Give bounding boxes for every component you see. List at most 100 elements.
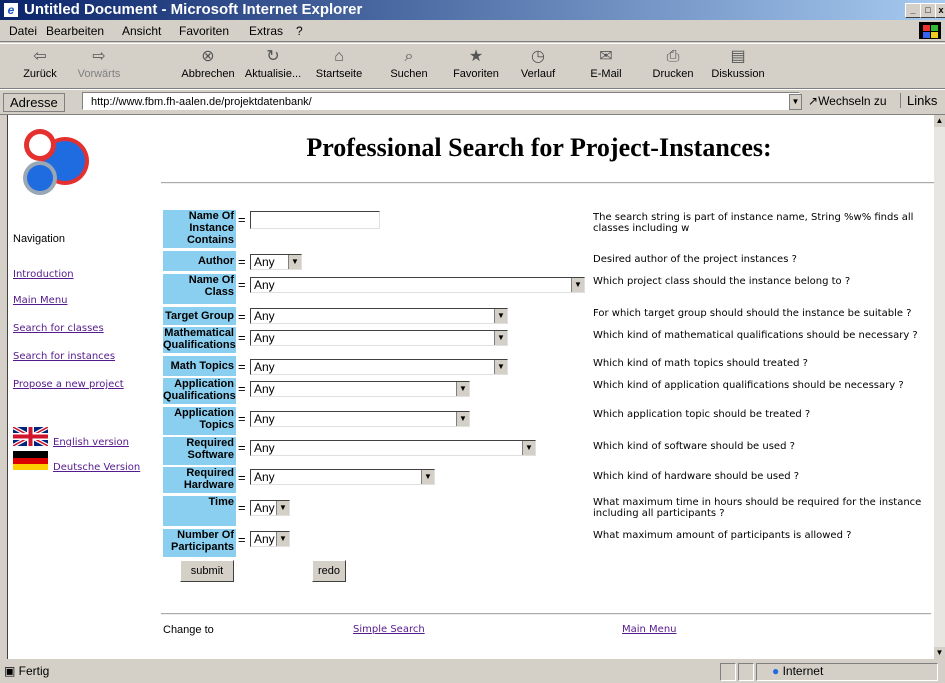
simple-search-link[interactable]: Simple Search [353,624,425,635]
nav-heading: Navigation [13,233,65,245]
maximize-button[interactable]: □ [920,3,936,18]
nav-link-search-instances[interactable]: Search for instances [13,351,115,362]
time-select[interactable]: Any ▼ [250,500,290,516]
app-topics-select[interactable]: Any ▼ [250,411,470,427]
field-label-app-topics: Application Topics [163,407,236,435]
menu-bar: Datei Bearbeiten Ansicht Favoriten Extra… [0,21,945,42]
menu-help[interactable]: ? [296,24,303,38]
address-bar: Adresse http://www.fbm.fh-aalen.de/proje… [0,89,945,115]
equals-sign: = [238,359,246,374]
chevron-down-icon: ▼ [276,501,289,515]
field-label-instance-name: Name Of Instance Contains [163,210,236,248]
refresh-icon: ↻ [266,48,280,65]
title-divider [161,182,934,184]
discussion-icon: ▤ [730,48,746,65]
gears-logo [18,123,92,199]
field-desc-instance-name: The search string is part of instance na… [593,212,914,234]
equals-sign: = [238,277,246,292]
mail-button[interactable]: ✉ E-Mail [584,44,628,88]
scroll-down-icon[interactable]: ▼ [934,647,945,659]
forward-button[interactable]: ⇨ Vorwärts [76,44,122,88]
go-button[interactable]: ↗Wechseln zu [808,94,887,108]
field-label-participants: Number Of Participants [163,529,236,557]
equals-sign: = [238,254,246,269]
status-bar: ▣ Fertig ● Internet [0,660,945,683]
software-select[interactable]: Any ▼ [250,440,536,456]
field-label-author: Author [163,251,236,271]
chevron-down-icon: ▼ [288,255,301,269]
app-qualifications-select[interactable]: Any ▼ [250,381,470,397]
english-version-link[interactable]: English version [53,437,129,448]
chevron-down-icon: ▼ [494,360,507,374]
chevron-down-icon: ▼ [494,309,507,323]
links-button[interactable]: Links [900,93,937,108]
uk-flag-icon [13,427,48,446]
hardware-select[interactable]: Any ▼ [250,469,435,485]
go-arrow-icon: ↗ [808,94,819,108]
nav-link-search-classes[interactable]: Search for classes [13,323,104,334]
chevron-down-icon: ▼ [456,412,469,426]
field-label-class-name: Name Of Class [163,274,236,304]
field-label-target-group: Target Group [163,307,236,325]
instance-name-input[interactable] [250,211,380,229]
redo-button[interactable]: redo [312,560,346,582]
menu-extras[interactable]: Extras [249,24,283,38]
participants-select[interactable]: Any ▼ [250,531,290,547]
equals-sign: = [238,440,246,455]
print-icon: ⎙ [666,48,680,65]
field-label-time: Time [163,496,236,526]
close-button[interactable]: x [935,3,945,18]
field-label-software: Required Software [163,437,236,465]
address-label: Adresse [3,93,65,112]
menu-ansicht[interactable]: Ansicht [122,24,161,38]
target-group-select[interactable]: Any ▼ [250,308,508,324]
favorites-icon: ★ [468,48,484,65]
address-dropdown-button[interactable]: ▼ [789,94,802,110]
zone-label: ● Internet [772,664,824,678]
globe-icon: ● [772,664,783,678]
author-select[interactable]: Any ▼ [250,254,302,270]
nav-link-propose-project[interactable]: Propose a new project [13,379,124,390]
nav-link-main-menu[interactable]: Main Menu [13,295,68,306]
field-desc-hardware: Which kind of hardware should be used ? [593,471,800,482]
menu-favoriten[interactable]: Favoriten [179,24,229,38]
class-name-select[interactable]: Any ▼ [250,277,585,293]
math-topics-select[interactable]: Any ▼ [250,359,508,375]
deutsche-version-link[interactable]: Deutsche Version [53,462,140,473]
title-bar: e Untitled Document - Microsoft Internet… [0,0,945,20]
field-label-hardware: Required Hardware [163,467,236,493]
menu-datei[interactable]: Datei [9,24,37,38]
field-desc-class-name: Which project class should the instance … [593,276,851,287]
address-input[interactable]: http://www.fbm.fh-aalen.de/projektdatenb… [82,92,800,110]
scroll-up-icon[interactable]: ▲ [934,115,945,127]
menu-bearbeiten[interactable]: Bearbeiten [46,24,104,38]
history-button[interactable]: ◷ Verlauf [515,44,561,88]
search-icon: ⌕ [404,48,414,65]
chevron-down-icon: ▼ [571,278,584,292]
window-title: Untitled Document - Microsoft Internet E… [24,1,363,18]
search-button[interactable]: ⌕ Suchen [385,44,433,88]
refresh-button[interactable]: ↻ Aktualisie... [243,44,303,88]
toolbar: ⇦ Zurück ⇨ Vorwärts ⊗ Abbrechen ↻ Aktual… [0,43,945,89]
nav-link-introduction[interactable]: Introduction [13,269,74,280]
discussion-button[interactable]: ▤ Diskussion [708,44,768,88]
minimize-button[interactable]: _ [905,3,921,18]
equals-sign: = [238,411,246,426]
stop-button[interactable]: ⊗ Abbrechen [178,44,238,88]
field-desc-target-group: For which target group should should the… [593,308,912,319]
vertical-scrollbar[interactable]: ▲ ▼ [934,115,945,659]
footer-main-menu-link[interactable]: Main Menu [622,624,677,635]
print-button[interactable]: ⎙ Drucken [648,44,698,88]
math-qualifications-select[interactable]: Any ▼ [250,330,508,346]
home-button[interactable]: ⌂ Startseite [311,44,367,88]
equals-sign: = [238,500,246,515]
page-icon: ▣ [4,664,19,678]
field-desc-app-topics: Which application topic should be treate… [593,409,811,420]
back-button[interactable]: ⇦ Zurück [20,44,60,88]
favorites-button[interactable]: ★ Favoriten [448,44,504,88]
chevron-down-icon: ▼ [522,441,535,455]
chevron-down-icon: ▼ [276,532,289,546]
submit-button[interactable]: submit [180,560,234,582]
back-arrow-icon: ⇦ [33,48,47,65]
field-desc-time: What maximum time in hours should be req… [593,497,922,519]
